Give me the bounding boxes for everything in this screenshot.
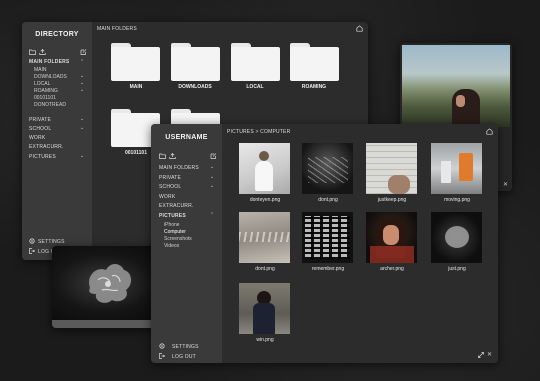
nav-sub-00101101[interactable]: 00101101 bbox=[34, 95, 56, 101]
new-folder-icon[interactable] bbox=[29, 49, 36, 55]
nav-extracurr[interactable]: EXTRACURR. bbox=[159, 203, 194, 209]
thumb-archer[interactable] bbox=[366, 212, 417, 263]
thumb-dont[interactable] bbox=[302, 143, 353, 194]
file-label: dont.png bbox=[255, 266, 275, 272]
image-window-dragon: ✕ bbox=[52, 246, 166, 328]
thumb-remember[interactable] bbox=[302, 212, 353, 263]
nav-sub-downloads[interactable]: DOWNLOADS bbox=[34, 74, 67, 80]
chevron-down-icon[interactable]: ⌄ bbox=[80, 87, 84, 93]
thumb-dont-2[interactable] bbox=[239, 212, 290, 263]
folder-local[interactable] bbox=[231, 43, 280, 81]
file-label: remember.png bbox=[311, 266, 345, 272]
thumb-just[interactable] bbox=[431, 212, 482, 263]
user-sidebar: USERNAME MAIN FOLDERS ⌄ PRIVATE ⌄ SCHOOL… bbox=[151, 124, 222, 363]
logout-link[interactable]: LOG OUT bbox=[172, 354, 196, 360]
breadcrumb: MAIN FOLDERS bbox=[97, 26, 137, 32]
gear-icon[interactable] bbox=[29, 238, 35, 244]
nav-work[interactable]: WORK bbox=[159, 194, 175, 200]
chevron-up-icon[interactable]: ⌃ bbox=[80, 59, 84, 65]
edit-icon[interactable] bbox=[210, 153, 217, 159]
chevron-down-icon[interactable]: ⌄ bbox=[80, 153, 84, 159]
thumb-win[interactable] bbox=[239, 283, 290, 334]
nav-school[interactable]: SCHOOL bbox=[159, 184, 181, 190]
nav-pictures[interactable]: PICTURES bbox=[159, 213, 186, 219]
nav-sub-roaming[interactable]: ROAMING bbox=[34, 88, 58, 94]
dragon-sculpture bbox=[89, 264, 132, 303]
gear-icon[interactable] bbox=[159, 343, 165, 349]
username-title: USERNAME bbox=[165, 134, 208, 141]
chevron-up-icon[interactable]: ⌃ bbox=[210, 212, 214, 218]
chevron-down-icon[interactable]: ⌄ bbox=[80, 116, 84, 122]
nav-sub-videos[interactable]: Videos bbox=[164, 243, 179, 249]
chevron-down-icon[interactable]: ⌄ bbox=[80, 80, 84, 86]
file-label: archer.png bbox=[380, 266, 404, 272]
nav-sub-local[interactable]: LOCAL bbox=[34, 81, 50, 87]
settings-link[interactable]: SETTINGS bbox=[38, 239, 65, 245]
nav-main-folders[interactable]: MAIN FOLDERS bbox=[159, 165, 199, 171]
nav-work[interactable]: WORK bbox=[29, 135, 45, 141]
settings-link[interactable]: SETTINGS bbox=[172, 344, 199, 350]
nav-sub-computer[interactable]: Computer bbox=[164, 229, 186, 235]
folder-roaming[interactable] bbox=[290, 43, 339, 81]
portrait-face bbox=[456, 95, 465, 107]
nav-private[interactable]: PRIVATE bbox=[159, 175, 181, 181]
folder-label: ROAMING bbox=[301, 84, 327, 90]
nav-extracurr[interactable]: EXTRACURR. bbox=[29, 144, 64, 150]
nav-sub-screenshots[interactable]: Screenshots bbox=[164, 236, 192, 242]
chevron-down-icon[interactable]: ⌄ bbox=[210, 164, 214, 170]
chevron-down-icon[interactable]: ⌄ bbox=[80, 125, 84, 131]
portrait-figure bbox=[452, 89, 480, 127]
file-label: donteyen.png bbox=[249, 197, 281, 203]
nav-sub-donotread[interactable]: DONOTREAD bbox=[34, 102, 66, 108]
logout-icon[interactable] bbox=[29, 248, 35, 254]
logout-icon[interactable] bbox=[159, 353, 165, 359]
home-icon[interactable] bbox=[356, 25, 363, 32]
directory-sidebar: DIRECTORY MAIN FOLDERS ⌃ MAIN DOWNLOADS … bbox=[22, 22, 92, 260]
chevron-down-icon[interactable]: ⌄ bbox=[210, 183, 214, 189]
thumb-moving[interactable] bbox=[431, 143, 482, 194]
chevron-down-icon[interactable]: ⌄ bbox=[210, 174, 214, 180]
file-label: moving.png bbox=[444, 197, 470, 203]
new-folder-icon[interactable] bbox=[159, 153, 166, 159]
nav-sub-main[interactable]: MAIN bbox=[34, 67, 47, 73]
thumb-donteyen[interactable] bbox=[239, 143, 290, 194]
file-label: dont.png bbox=[318, 197, 338, 203]
upload-icon[interactable] bbox=[169, 153, 176, 159]
file-label: just.png bbox=[448, 266, 466, 272]
folder-label: DOWNLOADS bbox=[178, 84, 212, 90]
folder-main[interactable] bbox=[111, 43, 160, 81]
chevron-down-icon[interactable]: ⌄ bbox=[80, 73, 84, 79]
file-label: justkeep.png bbox=[377, 197, 407, 203]
close-icon[interactable]: ✕ bbox=[503, 181, 508, 188]
file-label: win.png bbox=[256, 337, 274, 343]
close-icon[interactable]: ✕ bbox=[487, 351, 492, 358]
breadcrumb: PICTURES > COMPUTER bbox=[227, 129, 291, 135]
home-icon[interactable] bbox=[486, 128, 493, 135]
nav-main-folders[interactable]: MAIN FOLDERS bbox=[29, 59, 69, 65]
edit-icon[interactable] bbox=[80, 49, 87, 55]
expand-icon[interactable] bbox=[478, 352, 484, 358]
folder-label: MAIN bbox=[129, 84, 143, 90]
folder-label: LOCAL bbox=[246, 84, 264, 90]
thumb-justkeep[interactable] bbox=[366, 143, 417, 194]
directory-title: DIRECTORY bbox=[35, 31, 79, 38]
upload-icon[interactable] bbox=[39, 49, 46, 55]
nav-private[interactable]: PRIVATE bbox=[29, 117, 51, 123]
user-window: USERNAME MAIN FOLDERS ⌄ PRIVATE ⌄ SCHOOL… bbox=[151, 124, 498, 363]
nav-sub-iphone[interactable]: iPhone bbox=[164, 222, 180, 228]
nav-pictures[interactable]: PICTURES bbox=[29, 154, 56, 160]
nav-school[interactable]: SCHOOL bbox=[29, 126, 51, 132]
folder-downloads[interactable] bbox=[171, 43, 220, 81]
